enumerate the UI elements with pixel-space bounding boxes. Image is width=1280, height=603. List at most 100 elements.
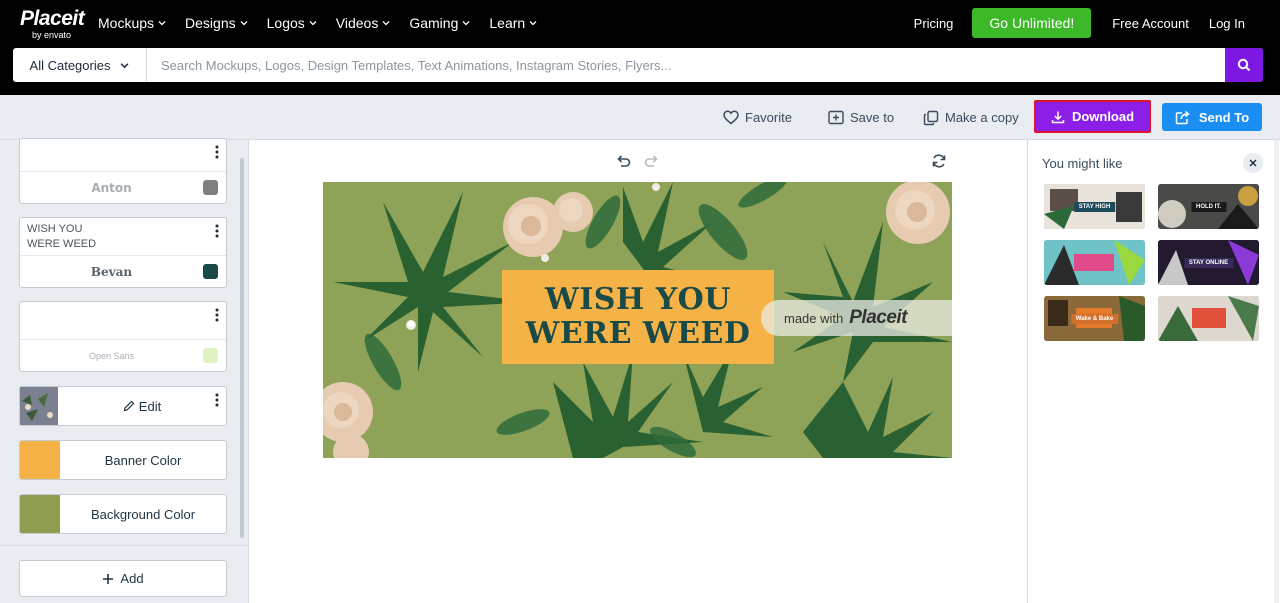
font-row: Bevan (20, 255, 226, 287)
suggestion-thumbnail[interactable] (1044, 240, 1145, 285)
text-color-swatch[interactable] (203, 180, 218, 195)
text-color-swatch[interactable] (203, 348, 218, 363)
background-color-swatch[interactable] (20, 495, 60, 533)
chevron-down-icon (529, 21, 537, 26)
placeit-logo[interactable]: Placeit by envato (20, 7, 85, 41)
nav-gaming[interactable]: Gaming (409, 15, 470, 31)
font-row: Anton (20, 171, 226, 203)
placeit-watermark: made with Placeit (761, 300, 952, 336)
add-area: Add (0, 545, 248, 603)
pencil-icon (123, 400, 135, 412)
undo-icon[interactable] (616, 153, 631, 168)
nav-videos[interactable]: Videos (336, 15, 391, 31)
thumbnail-label: STAY HIGH (1073, 201, 1116, 212)
text-layer-card[interactable]: WISH YOU WERE WEED Bevan (19, 217, 227, 288)
share-icon (1175, 110, 1190, 124)
pricing-link[interactable]: Pricing (914, 16, 954, 31)
category-dropdown[interactable]: All Categories (13, 48, 147, 82)
chevron-down-icon (462, 21, 470, 26)
search-icon (1237, 58, 1251, 72)
top-navigation-bar: Placeit by envato Mockups Designs Logos … (0, 0, 1280, 95)
account-nav: Pricing Go Unlimited! Free Account Log I… (914, 8, 1245, 38)
design-preview[interactable]: WISH YOU WERE WEED made with Placeit (323, 182, 952, 458)
design-banner[interactable]: WISH YOU WERE WEED (502, 270, 774, 364)
text-layer-card[interactable]: Open Sans (19, 301, 227, 372)
download-label: Download (1071, 109, 1135, 124)
heart-icon (723, 110, 739, 125)
suggestions-title: You might like (1042, 156, 1123, 171)
banner-color-swatch[interactable] (20, 441, 60, 479)
brand-name: Placeit (20, 7, 85, 30)
watermark-prefix: made with (784, 310, 844, 326)
font-name: Anton (91, 180, 132, 195)
make-copy-button[interactable]: Make a copy (923, 95, 1019, 140)
watermark-brand: Placeit (849, 307, 908, 328)
login-link[interactable]: Log In (1209, 16, 1245, 31)
more-options-icon[interactable] (215, 224, 219, 238)
nav-label: Designs (185, 15, 236, 31)
thumbnail-art (1158, 296, 1259, 341)
go-unlimited-button[interactable]: Go Unlimited! (972, 8, 1092, 38)
brand-subtitle: by envato (32, 30, 72, 40)
add-label: Add (120, 571, 144, 586)
design-headline-line2: WERE WEED (525, 316, 751, 351)
category-label: All Categories (29, 57, 111, 73)
edit-label: Edit (138, 398, 162, 414)
suggestion-thumbnail[interactable]: STAY HIGH (1044, 184, 1145, 229)
suggestion-thumbnail[interactable]: Wake & Bake (1044, 296, 1145, 341)
thumbnail-label: HOLD IT. (1191, 201, 1226, 212)
close-icon (1249, 159, 1257, 167)
chevron-down-icon (309, 21, 317, 26)
suggestion-thumbnail[interactable] (1158, 296, 1259, 341)
layer-text-line: WISH YOU (27, 223, 83, 235)
make-copy-label: Make a copy (945, 110, 1019, 125)
download-button[interactable]: Download (1034, 100, 1151, 133)
background-color-card[interactable]: Background Color (19, 494, 227, 534)
search-input[interactable] (147, 48, 1225, 82)
layer-text-line: WERE WEED (27, 238, 97, 250)
design-canvas-area: WISH YOU WERE WEED made with Placeit (249, 140, 1027, 603)
thumbnail-label: STAY ONLINE (1183, 257, 1234, 268)
chevron-down-icon (240, 21, 248, 26)
nav-label: Mockups (98, 15, 155, 31)
redo-icon[interactable] (644, 153, 659, 168)
layer-text: WISH YOU WERE WEED (27, 222, 96, 252)
search-button[interactable] (1225, 48, 1263, 82)
page-scrollbar[interactable] (1274, 140, 1279, 603)
nav-learn[interactable]: Learn (489, 15, 537, 31)
favorite-label: Favorite (745, 110, 792, 125)
text-color-swatch[interactable] (203, 264, 218, 279)
suggestion-thumbnail[interactable]: STAY ONLINE (1158, 240, 1259, 285)
save-to-button[interactable]: Save to (828, 95, 894, 140)
more-options-icon[interactable] (215, 393, 219, 407)
image-layer-thumbnail (20, 387, 58, 425)
search-bar: All Categories (13, 48, 1263, 82)
close-suggestions-button[interactable] (1243, 153, 1263, 173)
add-button[interactable]: Add (19, 560, 227, 597)
favorite-button[interactable]: Favorite (723, 95, 792, 140)
plus-icon (103, 573, 114, 584)
text-layer-card[interactable]: Anton (19, 138, 227, 204)
design-headline-line1: WISH YOU (545, 282, 731, 317)
more-options-icon[interactable] (215, 145, 219, 159)
nav-label: Videos (335, 15, 379, 31)
font-name: Bevan (90, 264, 133, 279)
nav-mockups[interactable]: Mockups (98, 15, 166, 31)
banner-color-card[interactable]: Banner Color (19, 440, 227, 480)
thumbnail-art (1044, 240, 1145, 285)
more-options-icon[interactable] (215, 308, 219, 322)
layers-scrollbar[interactable] (240, 158, 244, 538)
free-account-link[interactable]: Free Account (1112, 16, 1189, 31)
refresh-icon[interactable] (931, 153, 947, 169)
edit-image-button[interactable]: Edit (58, 387, 226, 425)
nav-designs[interactable]: Designs (185, 15, 248, 31)
background-color-label: Background Color (90, 506, 196, 522)
suggestion-thumbnail[interactable]: HOLD IT. (1158, 184, 1259, 229)
font-row: Open Sans (20, 339, 226, 371)
image-layer-card[interactable]: Edit (19, 386, 227, 426)
folder-plus-icon (828, 110, 844, 125)
nav-logos[interactable]: Logos (267, 15, 317, 31)
send-to-button[interactable]: Send To (1162, 103, 1262, 131)
main-nav: Mockups Designs Logos Videos Gaming Lear… (98, 15, 537, 31)
save-to-label: Save to (850, 110, 895, 125)
